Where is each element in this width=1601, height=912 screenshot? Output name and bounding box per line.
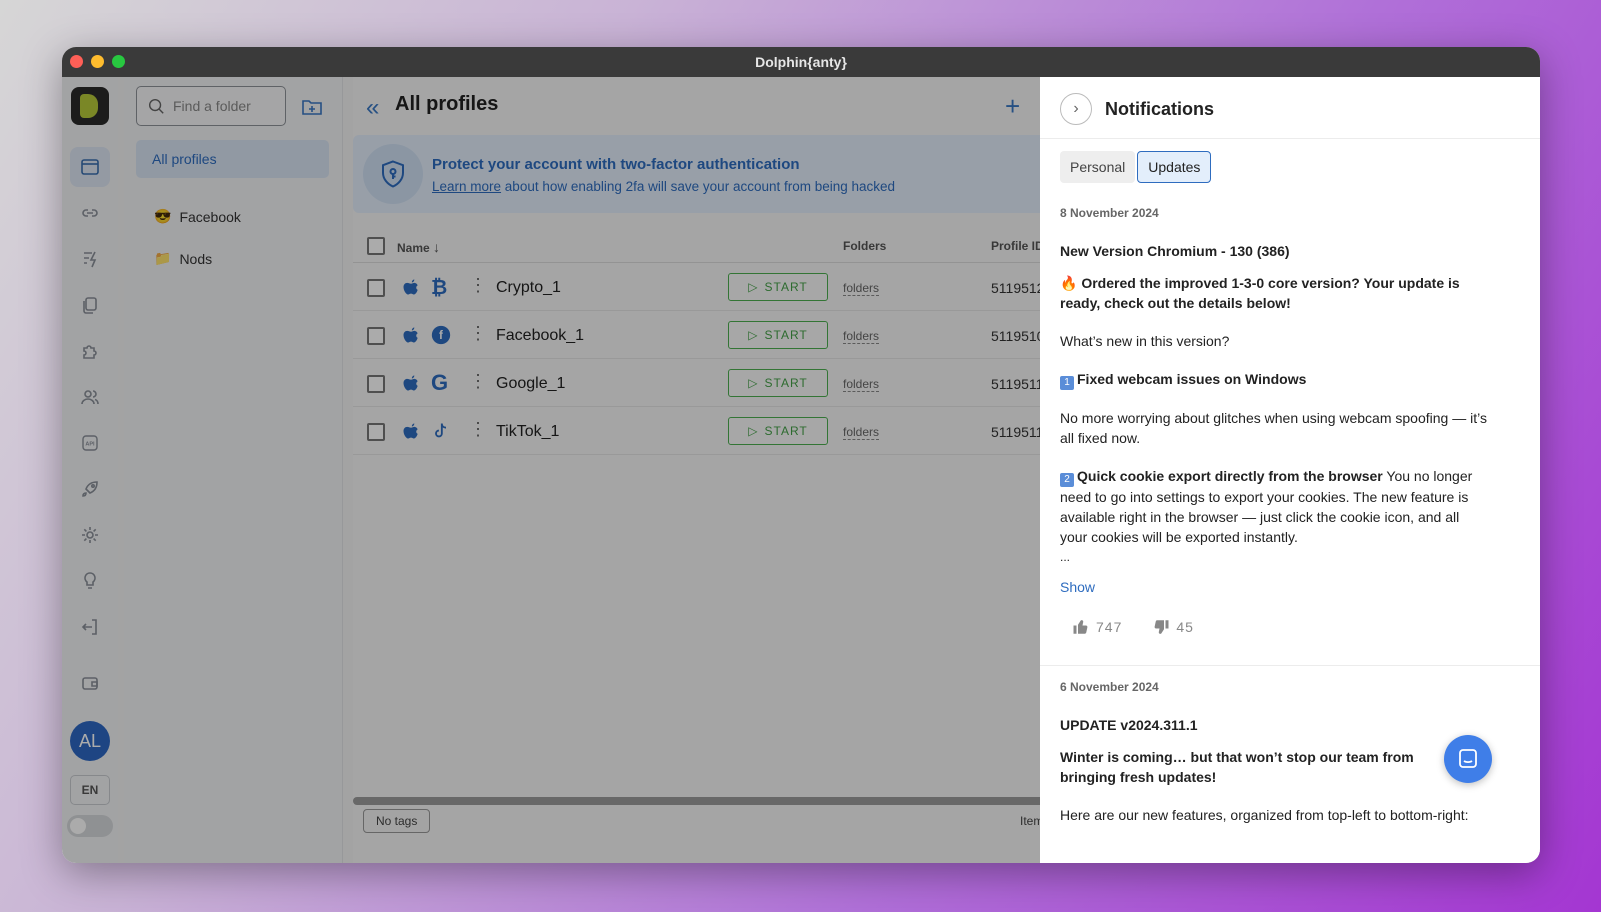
post-divider: [1040, 665, 1540, 666]
close-window-button[interactable]: [70, 55, 83, 68]
notifications-panel: › Notifications Personal Updates 8 Novem…: [1040, 77, 1540, 863]
post-title: New Version Chromium - 130 (386): [1060, 243, 1290, 259]
minimize-window-button[interactable]: [91, 55, 104, 68]
notification-post: 6 November 2024 UPDATE v2024.311.1 Winte…: [1060, 677, 1470, 825]
notification-post: 8 November 2024 New Version Chromium - 1…: [1060, 203, 1490, 637]
post-intro: Winter is coming… but that won’t stop ou…: [1060, 749, 1414, 785]
show-more-link[interactable]: Show: [1060, 577, 1490, 597]
chevron-right-icon[interactable]: ›: [1060, 93, 1092, 125]
title-bar: Dolphin{anty}: [62, 47, 1540, 77]
tab-personal[interactable]: Personal: [1060, 151, 1136, 183]
tab-updates[interactable]: Updates: [1137, 151, 1212, 183]
thumbs-up-icon: [1073, 620, 1088, 634]
post-title: UPDATE v2024.311.1: [1060, 717, 1198, 733]
like-button[interactable]: 747: [1072, 617, 1122, 637]
maximize-window-button[interactable]: [112, 55, 125, 68]
post-question: What’s new in this version?: [1060, 333, 1230, 349]
thumbs-down-icon: [1154, 620, 1169, 634]
app-window: Dolphin{anty} API AL EN Find a folder Al…: [62, 47, 1540, 863]
window-controls: [70, 55, 125, 68]
post-point-1: 1 Fixed webcam issues on Windows: [1060, 369, 1490, 390]
post-text: Here are our new features, organized fro…: [1060, 807, 1469, 823]
support-chat-button[interactable]: [1444, 735, 1492, 783]
post-date: 6 November 2024: [1060, 680, 1159, 694]
chat-icon: [1459, 749, 1477, 768]
notifications-title: Notifications: [1105, 99, 1215, 119]
post-point-2: 2 Quick cookie export directly from the b…: [1060, 468, 1473, 545]
post-intro: 🔥 Ordered the improved 1-3-0 core versio…: [1060, 275, 1460, 311]
post-date: 8 November 2024: [1060, 206, 1159, 220]
post-point-1-text: No more worrying about glitches when usi…: [1060, 410, 1487, 446]
fire-icon: 🔥: [1060, 275, 1078, 291]
notification-tabs: Personal Updates: [1060, 151, 1212, 183]
window-title: Dolphin{anty}: [755, 54, 847, 70]
notifications-header: › Notifications: [1040, 77, 1540, 139]
number-two-icon: 2: [1060, 473, 1074, 487]
post-reactions: 747 45: [1060, 617, 1490, 637]
number-one-icon: 1: [1060, 376, 1074, 390]
post-ellipsis: ...: [1060, 550, 1071, 564]
dislike-button[interactable]: 45: [1152, 617, 1194, 637]
